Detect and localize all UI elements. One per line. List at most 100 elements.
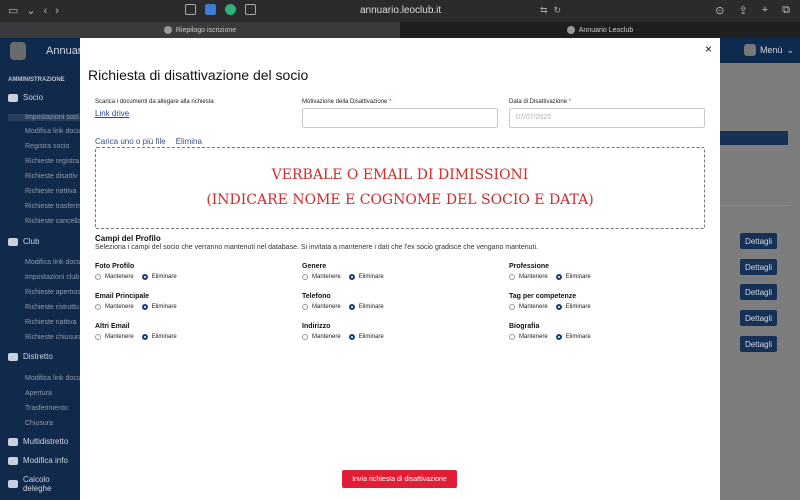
address-bar[interactable]: annuario.leoclub.it (360, 5, 441, 16)
keep-radio[interactable]: Mantenere (302, 334, 341, 340)
sidebar-item[interactable]: Richieste apertura (25, 289, 82, 296)
remove-radio[interactable]: Eliminare (348, 274, 384, 280)
sidebar-item[interactable]: Richieste ristruttu (25, 304, 79, 311)
radio-dot[interactable] (141, 304, 148, 310)
date-input[interactable]: 07/07/2025 (509, 108, 705, 128)
radio-dot[interactable] (141, 334, 148, 340)
download-icon[interactable]: ⊙ (715, 4, 724, 17)
radio-dot[interactable] (95, 274, 101, 280)
sidebar-group-socio[interactable]: Socio (8, 93, 43, 102)
sidebar-item[interactable]: Modifica link docu (25, 128, 81, 135)
radio-dot[interactable] (509, 304, 515, 310)
sidebar-item[interactable]: Trasferimento (25, 405, 68, 412)
delete-files-link[interactable]: Elimina (176, 137, 202, 146)
keep-radio[interactable]: Mantenere (302, 304, 341, 310)
sidebar-item[interactable]: Richieste riattiva (25, 319, 76, 326)
motivation-input[interactable] (302, 108, 498, 128)
radio-dot[interactable] (95, 304, 101, 310)
sidebar-item[interactable]: Richieste riattiva (25, 188, 76, 195)
radio-dot[interactable] (555, 334, 562, 340)
keep-radio[interactable]: Mantenere (95, 274, 134, 280)
forward-icon[interactable]: › (55, 5, 59, 17)
back-icon[interactable]: ‹ (44, 5, 48, 17)
sidebar-item[interactable]: Richieste chiusura (25, 334, 82, 341)
remove-radio[interactable]: Eliminare (348, 334, 384, 340)
sidebar-group-distretto[interactable]: Distretto (8, 352, 53, 361)
keep-radio[interactable]: Mantenere (509, 334, 548, 340)
drive-link[interactable]: Link drive (95, 109, 129, 118)
sidebar-calcolo-deleghe[interactable]: Calcolo deleghe (8, 475, 80, 493)
keep-radio[interactable]: Mantenere (95, 334, 134, 340)
tab-overview-icon[interactable]: ⧉ (782, 4, 790, 17)
remove-radio[interactable]: Eliminare (555, 334, 591, 340)
radio-dot[interactable] (348, 304, 355, 310)
sidebar-item[interactable]: Apertura (25, 390, 52, 397)
sidebar-item[interactable]: Impostazioni club (25, 274, 79, 281)
share-icon[interactable]: ⇪ (738, 4, 747, 17)
reader-icon[interactable] (245, 4, 256, 15)
remove-radio[interactable]: Eliminare (141, 304, 177, 310)
new-tab-icon[interactable]: + (762, 4, 768, 17)
sidebar-group-club[interactable]: Club (8, 237, 39, 246)
reload-icon[interactable]: ↻ (554, 5, 562, 16)
remove-radio[interactable]: Eliminare (141, 334, 177, 340)
motivation-label: Motivazione della Disattivazione * (302, 99, 391, 105)
sidebar-item[interactable]: Modifica link docu (25, 375, 81, 382)
sidebar-item[interactable]: Richieste cancella (25, 218, 81, 225)
keep-radio[interactable]: Mantenere (95, 304, 134, 310)
radio-dot[interactable] (555, 304, 562, 310)
sidebar-item[interactable]: Registra socio (25, 143, 69, 150)
radio-dot[interactable] (302, 334, 308, 340)
sidebar-group-label: Club (23, 237, 40, 246)
radio-dot[interactable] (509, 274, 515, 280)
details-button[interactable]: Dettagli (740, 284, 777, 300)
keep-radio[interactable]: Mantenere (302, 274, 341, 280)
upload-files-link[interactable]: Carica uno o più file (95, 137, 166, 146)
tab-annuario[interactable]: Annuario Leoclub (400, 22, 800, 38)
remove-radio[interactable]: Eliminare (348, 304, 384, 310)
sidebar-item[interactable]: Richieste trasferim (25, 203, 83, 210)
sidebar-item[interactable]: Impostazioni soci (8, 114, 80, 121)
radio-dot[interactable] (509, 334, 515, 340)
radio-dot[interactable] (348, 274, 355, 280)
tab-riepilogo[interactable]: Riepilogo iscrizione (0, 22, 400, 38)
radio-dot[interactable] (555, 274, 562, 280)
translate-icon[interactable]: ⇆ (540, 5, 548, 16)
sidebar-toggle-icon[interactable]: ▭ (8, 4, 18, 17)
sidebar-item[interactable]: Chiusura (25, 420, 53, 427)
app-menu-button[interactable]: Menù ⌄ (743, 44, 794, 56)
details-button[interactable]: Dettagli (740, 336, 777, 352)
radio-dot[interactable] (95, 334, 101, 340)
details-button[interactable]: Dettagli (740, 233, 777, 249)
sidebar-item[interactable]: Richieste registra (25, 158, 79, 165)
sidebar-item[interactable]: Richieste disattiv (25, 173, 78, 180)
sidebar-group-label: Calcolo deleghe (22, 475, 52, 493)
grammar-extension-icon[interactable] (225, 4, 236, 15)
remove-radio[interactable]: Eliminare (555, 304, 591, 310)
radio-dot[interactable] (141, 274, 148, 280)
document-extension-icon[interactable] (205, 4, 216, 15)
sidebar-group-multidistretto[interactable]: Multidistretto (8, 437, 68, 446)
file-dropzone[interactable]: VERBALE O EMAIL DI DIMISSIONI (INDICARE … (95, 147, 705, 229)
sidebar-section-title: AMMINISTRAZIONE (8, 77, 65, 83)
background-action-button[interactable] (720, 131, 788, 145)
sidebar-modifica-info[interactable]: Modifica info (8, 456, 68, 465)
user-icon (8, 93, 18, 102)
details-button[interactable]: Dettagli (740, 310, 777, 326)
keep-radio[interactable]: Mantenere (509, 274, 548, 280)
radio-dot[interactable] (302, 304, 308, 310)
submit-deactivation-button[interactable]: Invia richiesta di disattivazione (342, 470, 457, 488)
radio-label: Eliminare (151, 274, 177, 280)
remove-radio[interactable]: Eliminare (555, 274, 591, 280)
radio-group: Mantenere Eliminare (509, 304, 591, 310)
edit-icon (8, 456, 18, 465)
sidebar-item[interactable]: Modifica link docu (25, 259, 81, 266)
keep-radio[interactable]: Mantenere (509, 304, 548, 310)
chevron-down-icon[interactable]: ⌄ (26, 4, 35, 17)
remove-radio[interactable]: Eliminare (141, 274, 177, 280)
close-icon[interactable]: × (705, 42, 712, 56)
radio-dot[interactable] (348, 334, 355, 340)
radio-dot[interactable] (302, 274, 308, 280)
details-button[interactable]: Dettagli (740, 259, 777, 275)
privacy-icon[interactable] (185, 4, 196, 15)
